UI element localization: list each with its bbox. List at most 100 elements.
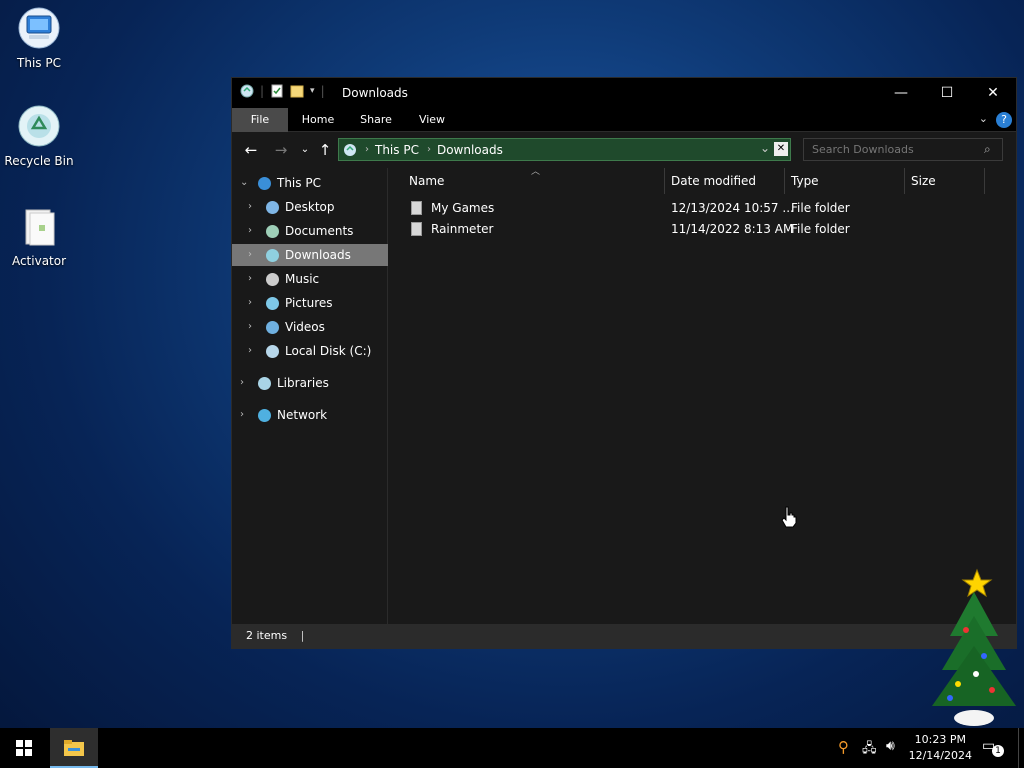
- desktop-icon-this-pc[interactable]: This PC: [4, 6, 74, 70]
- title-bar[interactable]: | ▾ | Downloads — ☐ ✕: [232, 78, 1016, 108]
- chevron-right-icon[interactable]: ›: [240, 372, 244, 394]
- clock-time: 10:23 PM: [914, 733, 966, 746]
- forward-button[interactable]: →: [272, 141, 290, 159]
- tree-item-network[interactable]: › Network: [232, 404, 388, 426]
- desktop-icon-label: This PC: [17, 56, 61, 70]
- arrow-right-icon: →: [274, 141, 288, 159]
- tree-item-documents[interactable]: › Documents: [232, 220, 388, 242]
- minimize-button[interactable]: —: [878, 78, 924, 108]
- help-icon[interactable]: ?: [996, 112, 1012, 128]
- file-type: File folder: [791, 201, 850, 215]
- chevron-right-icon[interactable]: ›: [248, 292, 252, 314]
- column-header-size[interactable]: Size: [905, 168, 985, 194]
- tree-item-local-disk[interactable]: › Local Disk (C:): [232, 340, 388, 362]
- christmas-tree-gadget: [932, 568, 1016, 726]
- up-button[interactable]: ↑: [316, 141, 334, 159]
- file-name: Rainmeter: [431, 222, 494, 236]
- breadcrumb-separator-icon: ›: [426, 144, 431, 155]
- tab-file[interactable]: File: [232, 108, 288, 132]
- file-date: 11/14/2022 8:13 AM: [671, 222, 794, 236]
- pictures-icon: [266, 297, 279, 310]
- window-title: Downloads: [342, 86, 408, 100]
- tree-item-this-pc[interactable]: ⌄ This PC: [232, 172, 388, 194]
- taskbar-file-explorer-button[interactable]: [50, 728, 98, 768]
- maximize-button[interactable]: ☐: [924, 78, 970, 108]
- file-name: My Games: [431, 201, 495, 215]
- column-header-type[interactable]: Type: [785, 168, 905, 194]
- action-center-button[interactable]: ▭ 1: [982, 738, 1004, 758]
- network-tray-icon[interactable]: 🖧: [862, 739, 877, 761]
- navigation-pane: ⌄ This PC › Desktop › Documents › Downlo…: [232, 168, 388, 626]
- expand-ribbon-chevron-icon[interactable]: ⌄: [979, 112, 988, 125]
- recent-locations-button[interactable]: ⌄: [296, 141, 314, 159]
- column-header-name[interactable]: Name: [403, 168, 665, 194]
- address-dropdown-icon[interactable]: ⌄: [760, 141, 770, 155]
- tree-item-libraries[interactable]: › Libraries: [232, 372, 388, 394]
- breadcrumb-separator-icon: ›: [365, 144, 369, 155]
- expanded-chevron-icon[interactable]: ⌄: [240, 172, 248, 194]
- network-icon: [258, 409, 271, 422]
- search-tray-icon[interactable]: ⚲: [838, 738, 849, 756]
- desktop-icon-activator[interactable]: Activator: [4, 204, 74, 268]
- item-count: 2 items: [246, 629, 288, 642]
- recycle-bin-icon: [17, 104, 61, 148]
- customize-toolbar-chevron-icon[interactable]: ▾: [310, 86, 315, 96]
- file-row-my-games[interactable]: My Games 12/13/2024 10:57 ... File folde…: [389, 198, 1009, 219]
- tree-item-downloads[interactable]: › Downloads: [232, 244, 388, 266]
- notification-count-badge: 1: [992, 745, 1004, 757]
- back-button[interactable]: ←: [242, 141, 260, 159]
- desktop-icon-label: Activator: [11, 254, 67, 268]
- breadcrumb-downloads[interactable]: Downloads: [437, 143, 503, 157]
- close-button[interactable]: ✕: [970, 78, 1016, 108]
- maximize-icon: ☐: [940, 85, 954, 101]
- chevron-right-icon[interactable]: ›: [248, 316, 252, 338]
- computer-icon: [258, 177, 271, 190]
- file-row-rainmeter[interactable]: Rainmeter 11/14/2022 8:13 AM File folder: [389, 219, 1009, 240]
- chevron-right-icon[interactable]: ›: [248, 220, 252, 242]
- volume-tray-icon[interactable]: 🔊︎: [886, 738, 895, 754]
- start-button[interactable]: [0, 728, 48, 768]
- quick-access-toolbar: | ▾ |: [240, 84, 325, 98]
- clock-date: 12/14/2024: [908, 749, 972, 762]
- arrow-up-icon: ↑: [318, 141, 332, 159]
- tab-view[interactable]: View: [408, 108, 456, 132]
- chevron-right-icon[interactable]: ›: [240, 404, 244, 426]
- ribbon: File Home Share View ⌄ ?: [232, 108, 1016, 132]
- properties-icon[interactable]: [270, 84, 284, 98]
- new-folder-icon[interactable]: [290, 84, 304, 98]
- file-explorer-window: | ▾ | Downloads — ☐ ✕ File Home Share Vi…: [231, 77, 1017, 649]
- explorer-app-icon: [240, 84, 254, 98]
- music-icon: [266, 273, 279, 286]
- chevron-right-icon[interactable]: ›: [248, 196, 252, 218]
- tree-item-music[interactable]: › Music: [232, 268, 388, 290]
- tree-item-videos[interactable]: › Videos: [232, 316, 388, 338]
- clear-address-icon[interactable]: ✕: [774, 142, 788, 156]
- disk-icon: [266, 345, 279, 358]
- desktop-icon-recycle-bin[interactable]: Recycle Bin: [4, 104, 74, 168]
- file-type: File folder: [791, 222, 850, 236]
- search-input[interactable]: [803, 138, 1003, 161]
- show-desktop-button[interactable]: [1018, 728, 1024, 768]
- column-header-date-modified[interactable]: Date modified: [665, 168, 785, 194]
- tab-share[interactable]: Share: [352, 108, 400, 132]
- chevron-right-icon[interactable]: ›: [248, 244, 252, 266]
- desktop-icon: [266, 201, 279, 214]
- mouse-cursor-hand-icon: [781, 506, 797, 528]
- tab-home[interactable]: Home: [294, 108, 342, 132]
- search-icon: ⌕: [984, 142, 991, 156]
- computer-icon: [17, 6, 61, 50]
- address-bar[interactable]: › This PC › Downloads ⌄ ✕: [338, 138, 791, 161]
- taskbar: ⚲ 🖧 🔊︎ 10:23 PM 12/14/2024 ▭ 1: [0, 728, 1024, 768]
- chevron-right-icon[interactable]: ›: [248, 340, 252, 362]
- folder-icon: [411, 222, 422, 236]
- file-explorer-icon: [64, 740, 84, 756]
- chevron-right-icon[interactable]: ›: [248, 268, 252, 290]
- windows-logo-icon: [16, 740, 32, 756]
- chevron-down-icon: ⌄: [300, 144, 310, 155]
- clock[interactable]: 10:23 PM 12/14/2024: [909, 732, 972, 764]
- tree-item-pictures[interactable]: › Pictures: [232, 292, 388, 314]
- breadcrumb-this-pc[interactable]: This PC: [375, 143, 419, 157]
- tree-item-desktop[interactable]: › Desktop: [232, 196, 388, 218]
- videos-icon: [266, 321, 279, 334]
- desktop-icon-label: Recycle Bin: [4, 154, 74, 168]
